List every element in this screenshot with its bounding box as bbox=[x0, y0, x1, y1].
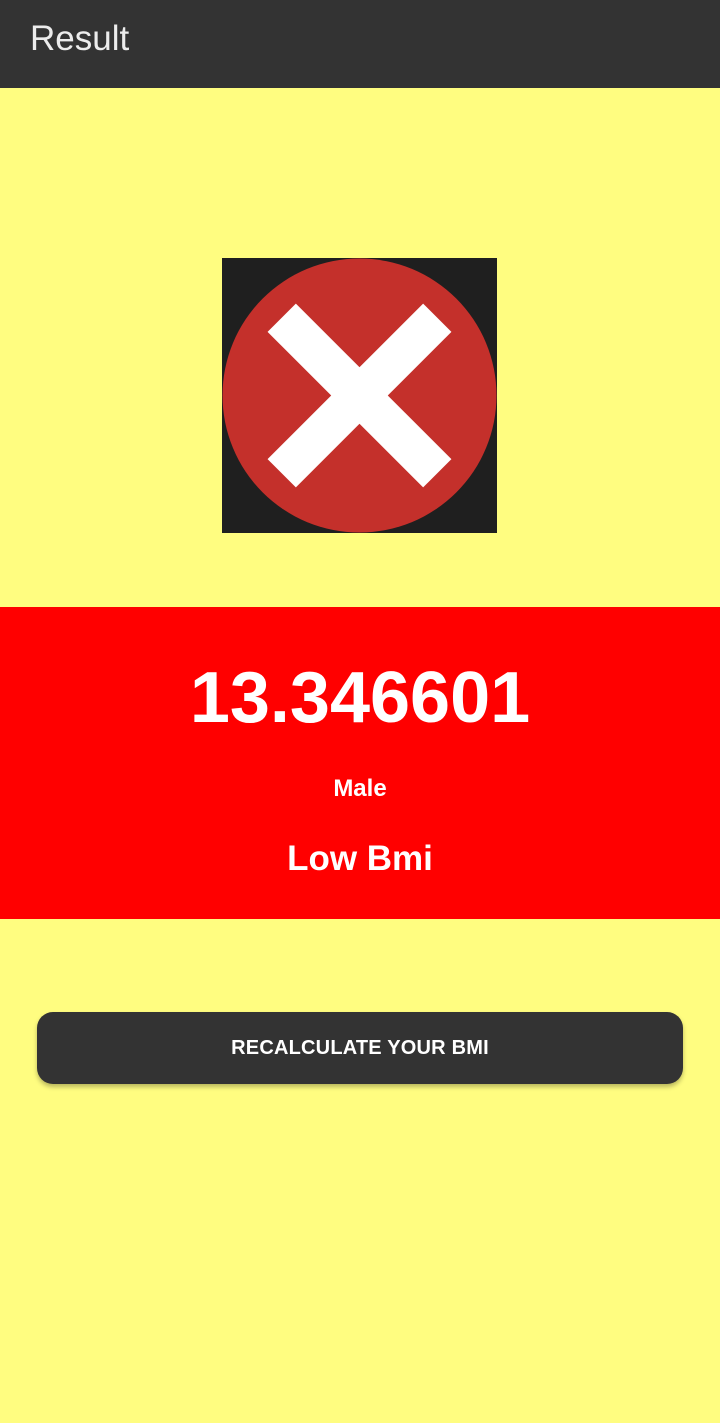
gender-label: Male bbox=[333, 775, 387, 802]
close-circle-icon bbox=[222, 258, 497, 533]
bmi-category: Low Bmi bbox=[287, 839, 433, 878]
bmi-value: 13.346601 bbox=[189, 658, 531, 738]
page-title: Result bbox=[30, 19, 130, 58]
recalculate-button[interactable]: RECALCULATE YOUR BMI bbox=[37, 1012, 683, 1084]
app-bar: Result bbox=[0, 0, 720, 88]
result-panel: 13.346601 Male Low Bmi bbox=[0, 607, 720, 919]
